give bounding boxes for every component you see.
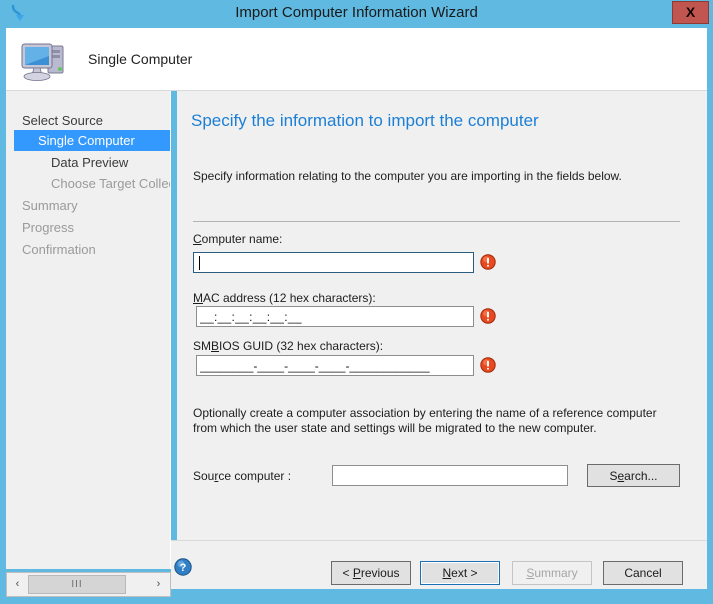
- next-button-rest: ext >: [451, 566, 478, 580]
- computer-name-label: Computer name:: [193, 232, 282, 246]
- computer-name-error-icon: [480, 254, 496, 270]
- search-button-rest: arch...: [624, 469, 658, 483]
- mac-address-label-accel: M: [193, 291, 203, 305]
- wizard-window: Import Computer Information Wizard X Sin…: [0, 0, 713, 604]
- page-title: Specify the information to import the co…: [191, 111, 539, 130]
- source-computer-input[interactable]: [332, 465, 568, 486]
- intro-text: Specify information relating to the comp…: [193, 169, 622, 183]
- wizard-banner: Single Computer: [6, 28, 707, 91]
- search-button[interactable]: Search...: [587, 464, 680, 487]
- computer-name-label-accel: C: [193, 232, 202, 246]
- scroll-right-arrow-icon[interactable]: ›: [149, 574, 168, 595]
- smbios-guid-label-rest: IOS GUID (32 hex characters):: [219, 339, 384, 353]
- mac-address-label-rest: AC address (12 hex characters):: [203, 291, 376, 305]
- summary-button-rest: ummary: [534, 566, 578, 580]
- source-computer-label: Source computer :: [193, 469, 291, 483]
- sidebar-item-progress[interactable]: Progress: [22, 217, 74, 238]
- close-button[interactable]: X: [672, 1, 709, 24]
- next-button[interactable]: Next >: [420, 561, 500, 585]
- section-divider: [193, 221, 680, 222]
- mac-address-label: MAC address (12 hex characters):: [193, 291, 376, 305]
- banner-title: Single Computer: [88, 51, 193, 67]
- sidebar-item-confirmation[interactable]: Confirmation: [22, 239, 96, 260]
- dialog-button-bar: ? < Previous Next > Summary Cancel: [171, 540, 707, 589]
- wizard-sidebar: Select Source Single Computer Data Previ…: [6, 91, 171, 569]
- previous-button-accel: P: [352, 566, 361, 580]
- text-caret: [199, 256, 200, 270]
- previous-button-rest: revious: [360, 566, 400, 580]
- sidebar-item-choose-target-collection[interactable]: Choose Target Collect: [51, 173, 170, 194]
- sidebar-item-select-source[interactable]: Select Source: [22, 110, 103, 131]
- smbios-guid-label-accel: B: [211, 339, 220, 353]
- window-title: Import Computer Information Wizard: [235, 4, 478, 21]
- previous-button-pre: <: [342, 566, 353, 580]
- smbios-guid-input[interactable]: [196, 355, 474, 376]
- mac-address-error-icon: [480, 308, 496, 324]
- next-button-accel: N: [442, 566, 452, 580]
- smbios-guid-label: SMBIOS GUID (32 hex characters):: [193, 339, 383, 353]
- mac-address-input[interactable]: [196, 306, 474, 327]
- computer-icon: [18, 36, 70, 84]
- summary-button: Summary: [512, 561, 592, 585]
- cancel-button[interactable]: Cancel: [603, 561, 683, 585]
- previous-button[interactable]: < Previous: [331, 561, 411, 585]
- computer-name-label-rest: omputer name:: [201, 232, 283, 246]
- help-icon[interactable]: ?: [174, 558, 192, 576]
- smbios-guid-error-icon: [480, 357, 496, 373]
- sidebar-horizontal-scrollbar[interactable]: ‹ III ›: [6, 572, 171, 597]
- sidebar-item-summary[interactable]: Summary: [22, 195, 78, 216]
- wizard-content-panel: Specify the information to import the co…: [177, 91, 707, 540]
- sidebar-item-single-computer[interactable]: Single Computer: [14, 130, 170, 151]
- source-computer-label-rest: ce computer :: [218, 469, 292, 483]
- svg-text:?: ?: [180, 562, 187, 574]
- title-bar: Import Computer Information Wizard X: [0, 0, 713, 26]
- source-computer-label-pre: Sou: [193, 469, 215, 483]
- computer-name-input[interactable]: [193, 252, 474, 273]
- association-description: Optionally create a computer association…: [193, 406, 657, 435]
- sidebar-item-data-preview[interactable]: Data Preview: [51, 152, 128, 173]
- smbios-guid-label-pre: SM: [193, 339, 211, 353]
- scroll-left-arrow-icon[interactable]: ‹: [8, 574, 27, 595]
- scrollbar-thumb[interactable]: III: [28, 575, 126, 594]
